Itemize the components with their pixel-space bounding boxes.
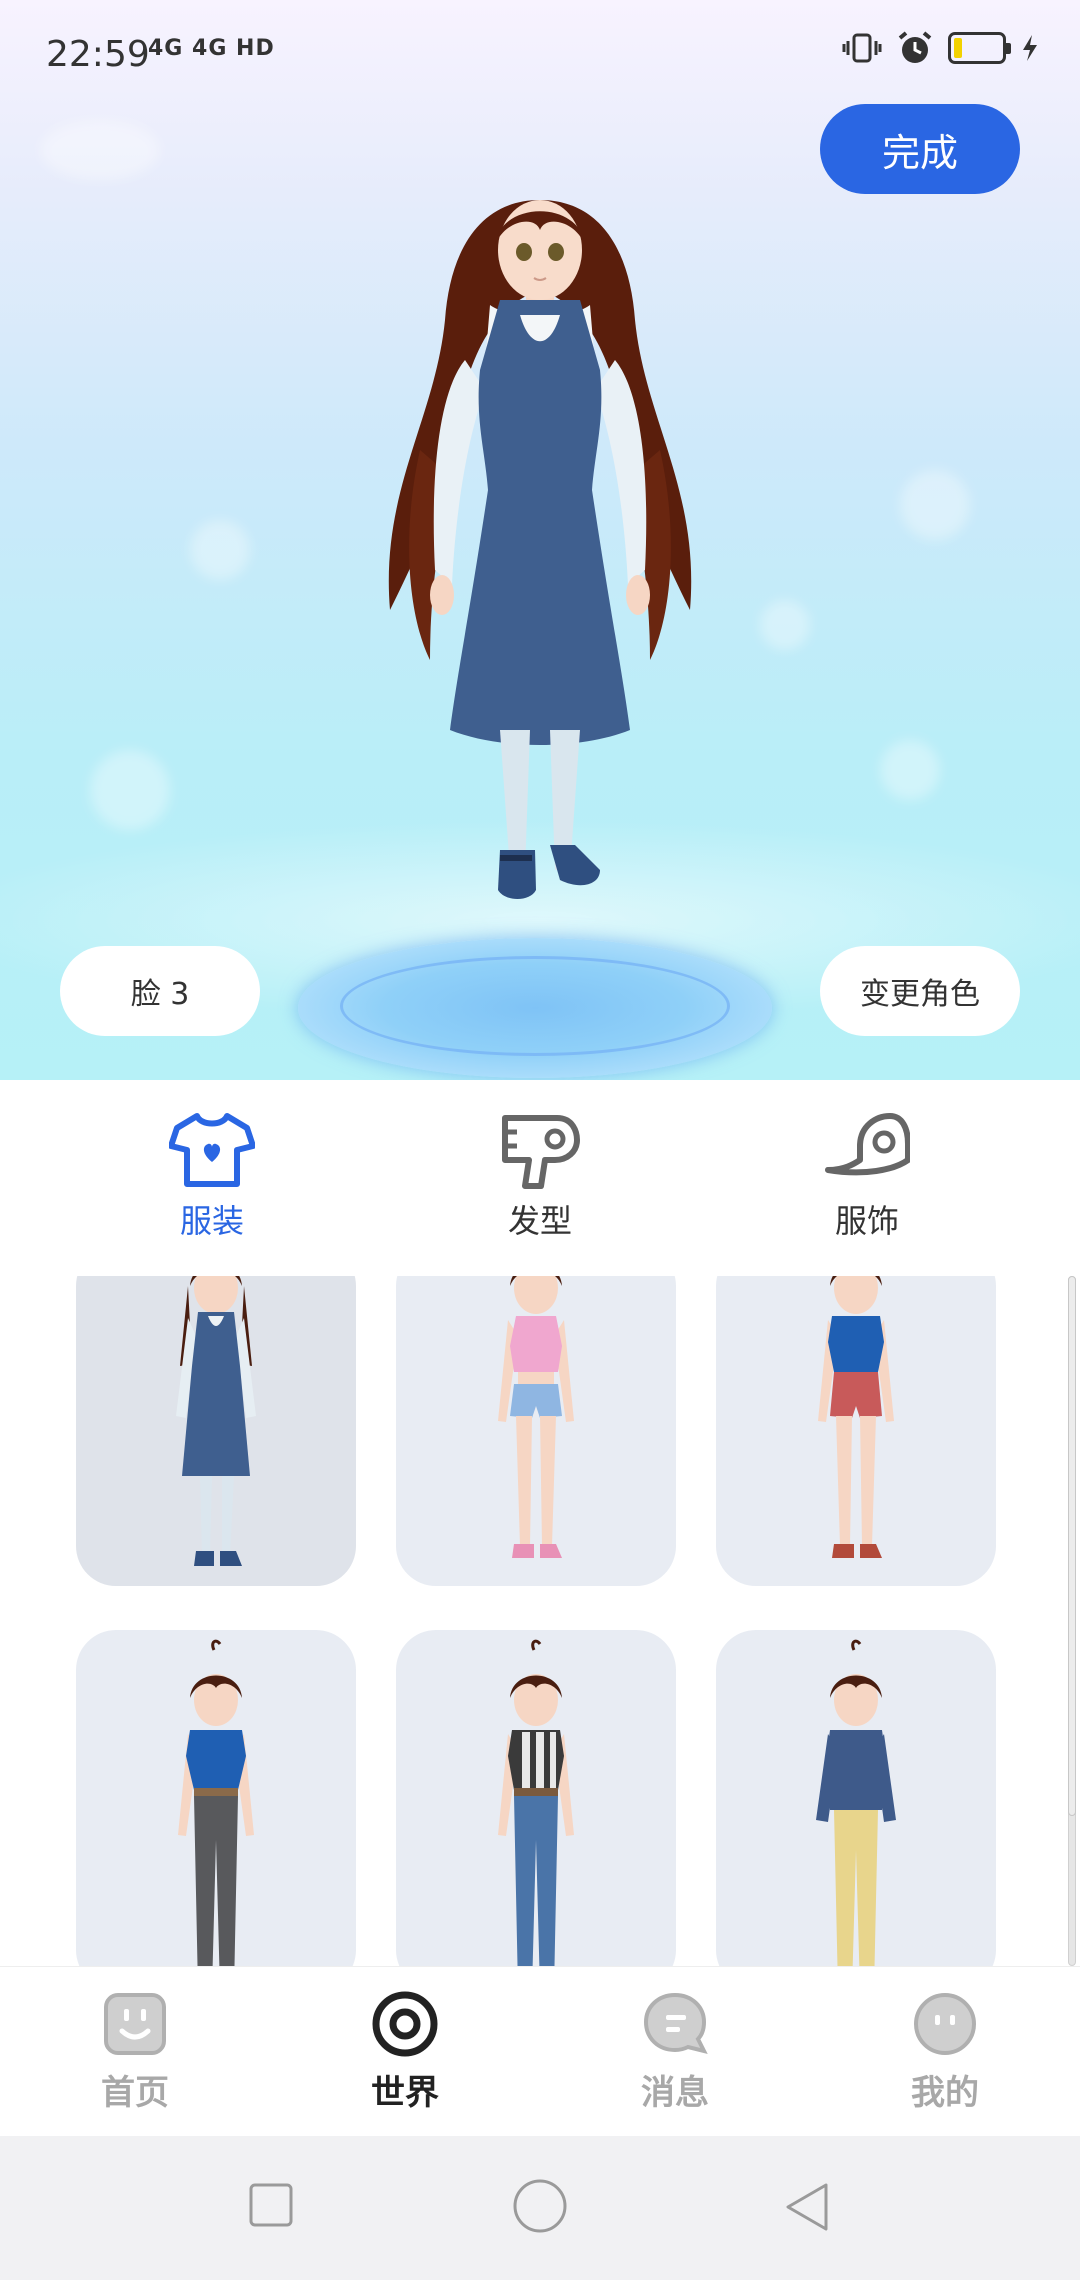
profile-face-icon xyxy=(914,1993,976,2055)
status-time: 22:59 xyxy=(46,34,150,75)
outfit-card-blue-top-red-shorts[interactable] xyxy=(716,1276,996,1586)
nav-home-label: 首页 xyxy=(101,2073,169,2113)
vibrate-icon xyxy=(842,33,882,63)
home-face-icon xyxy=(104,1993,166,2055)
done-button[interactable]: 完成 xyxy=(820,104,1020,194)
tab-hairstyle[interactable]: 发型 xyxy=(460,1110,620,1260)
outfit-card-navy-pinafore-dress[interactable] xyxy=(76,1276,356,1586)
outfit-card-navy-top-yellow-pants[interactable] xyxy=(716,1630,996,1966)
hair-dryer-icon xyxy=(502,1115,580,1189)
battery-icon xyxy=(948,32,1011,64)
charging-bolt-icon xyxy=(1023,35,1037,61)
home-circle-icon[interactable] xyxy=(512,2178,568,2234)
outfit-preview xyxy=(818,1276,894,1558)
nav-messages-label: 消息 xyxy=(641,2073,709,2113)
tab-accessories-label: 服饰 xyxy=(834,1202,899,1240)
system-navigation-bar xyxy=(0,2136,1080,2280)
character-model[interactable] xyxy=(360,190,720,1020)
outfit-preview xyxy=(176,1276,256,1566)
outfit-grid xyxy=(0,1276,1080,1966)
face-selector-button[interactable]: 脸 3 xyxy=(60,946,260,1036)
outfit-preview xyxy=(498,1639,574,1966)
bottom-nav: 首页 世界 消息 我的 xyxy=(0,1966,1080,2136)
nav-world-label: 世界 xyxy=(371,2073,439,2113)
tab-clothing-label: 服装 xyxy=(179,1202,244,1240)
outfit-preview xyxy=(498,1276,574,1558)
outfit-card-pink-top-denim-shorts[interactable] xyxy=(396,1276,676,1586)
recent-apps-icon[interactable] xyxy=(248,2182,294,2228)
change-character-button[interactable]: 变更角色 xyxy=(820,946,1020,1036)
nav-world[interactable]: 世界 xyxy=(330,1989,480,2114)
nav-profile-label: 我的 xyxy=(911,2073,979,2113)
outfit-scrollbar-thumb[interactable] xyxy=(1068,1276,1076,1816)
cap-icon xyxy=(825,1113,910,1176)
nav-profile[interactable]: 我的 xyxy=(870,1989,1020,2114)
message-bubble-icon xyxy=(643,1992,708,2054)
tab-hairstyle-label: 发型 xyxy=(507,1202,572,1240)
nav-home[interactable]: 首页 xyxy=(60,1989,210,2114)
tab-accessories[interactable]: 服饰 xyxy=(787,1110,947,1260)
category-tabs: 服装 发型 服饰 xyxy=(0,1080,1080,1270)
network-indicator: 4G 4G HD xyxy=(148,36,275,61)
tab-clothing[interactable]: 服装 xyxy=(132,1110,292,1260)
alarm-icon xyxy=(898,31,932,63)
status-bar: 22:59 4G 4G HD xyxy=(0,0,1080,110)
outfit-card-striped-top-jeans[interactable] xyxy=(396,1630,676,1966)
avatar-stage: 22:59 4G 4G HD 完成 脸 3 变更角色 xyxy=(0,0,1080,1080)
world-target-icon xyxy=(372,1991,438,2057)
tshirt-icon xyxy=(169,1113,255,1187)
outfit-preview xyxy=(816,1639,896,1966)
nav-messages[interactable]: 消息 xyxy=(600,1989,750,2114)
outfit-card-blue-top-grey-pants[interactable] xyxy=(76,1630,356,1966)
back-triangle-icon[interactable] xyxy=(784,2182,830,2232)
outfit-preview xyxy=(178,1639,254,1966)
